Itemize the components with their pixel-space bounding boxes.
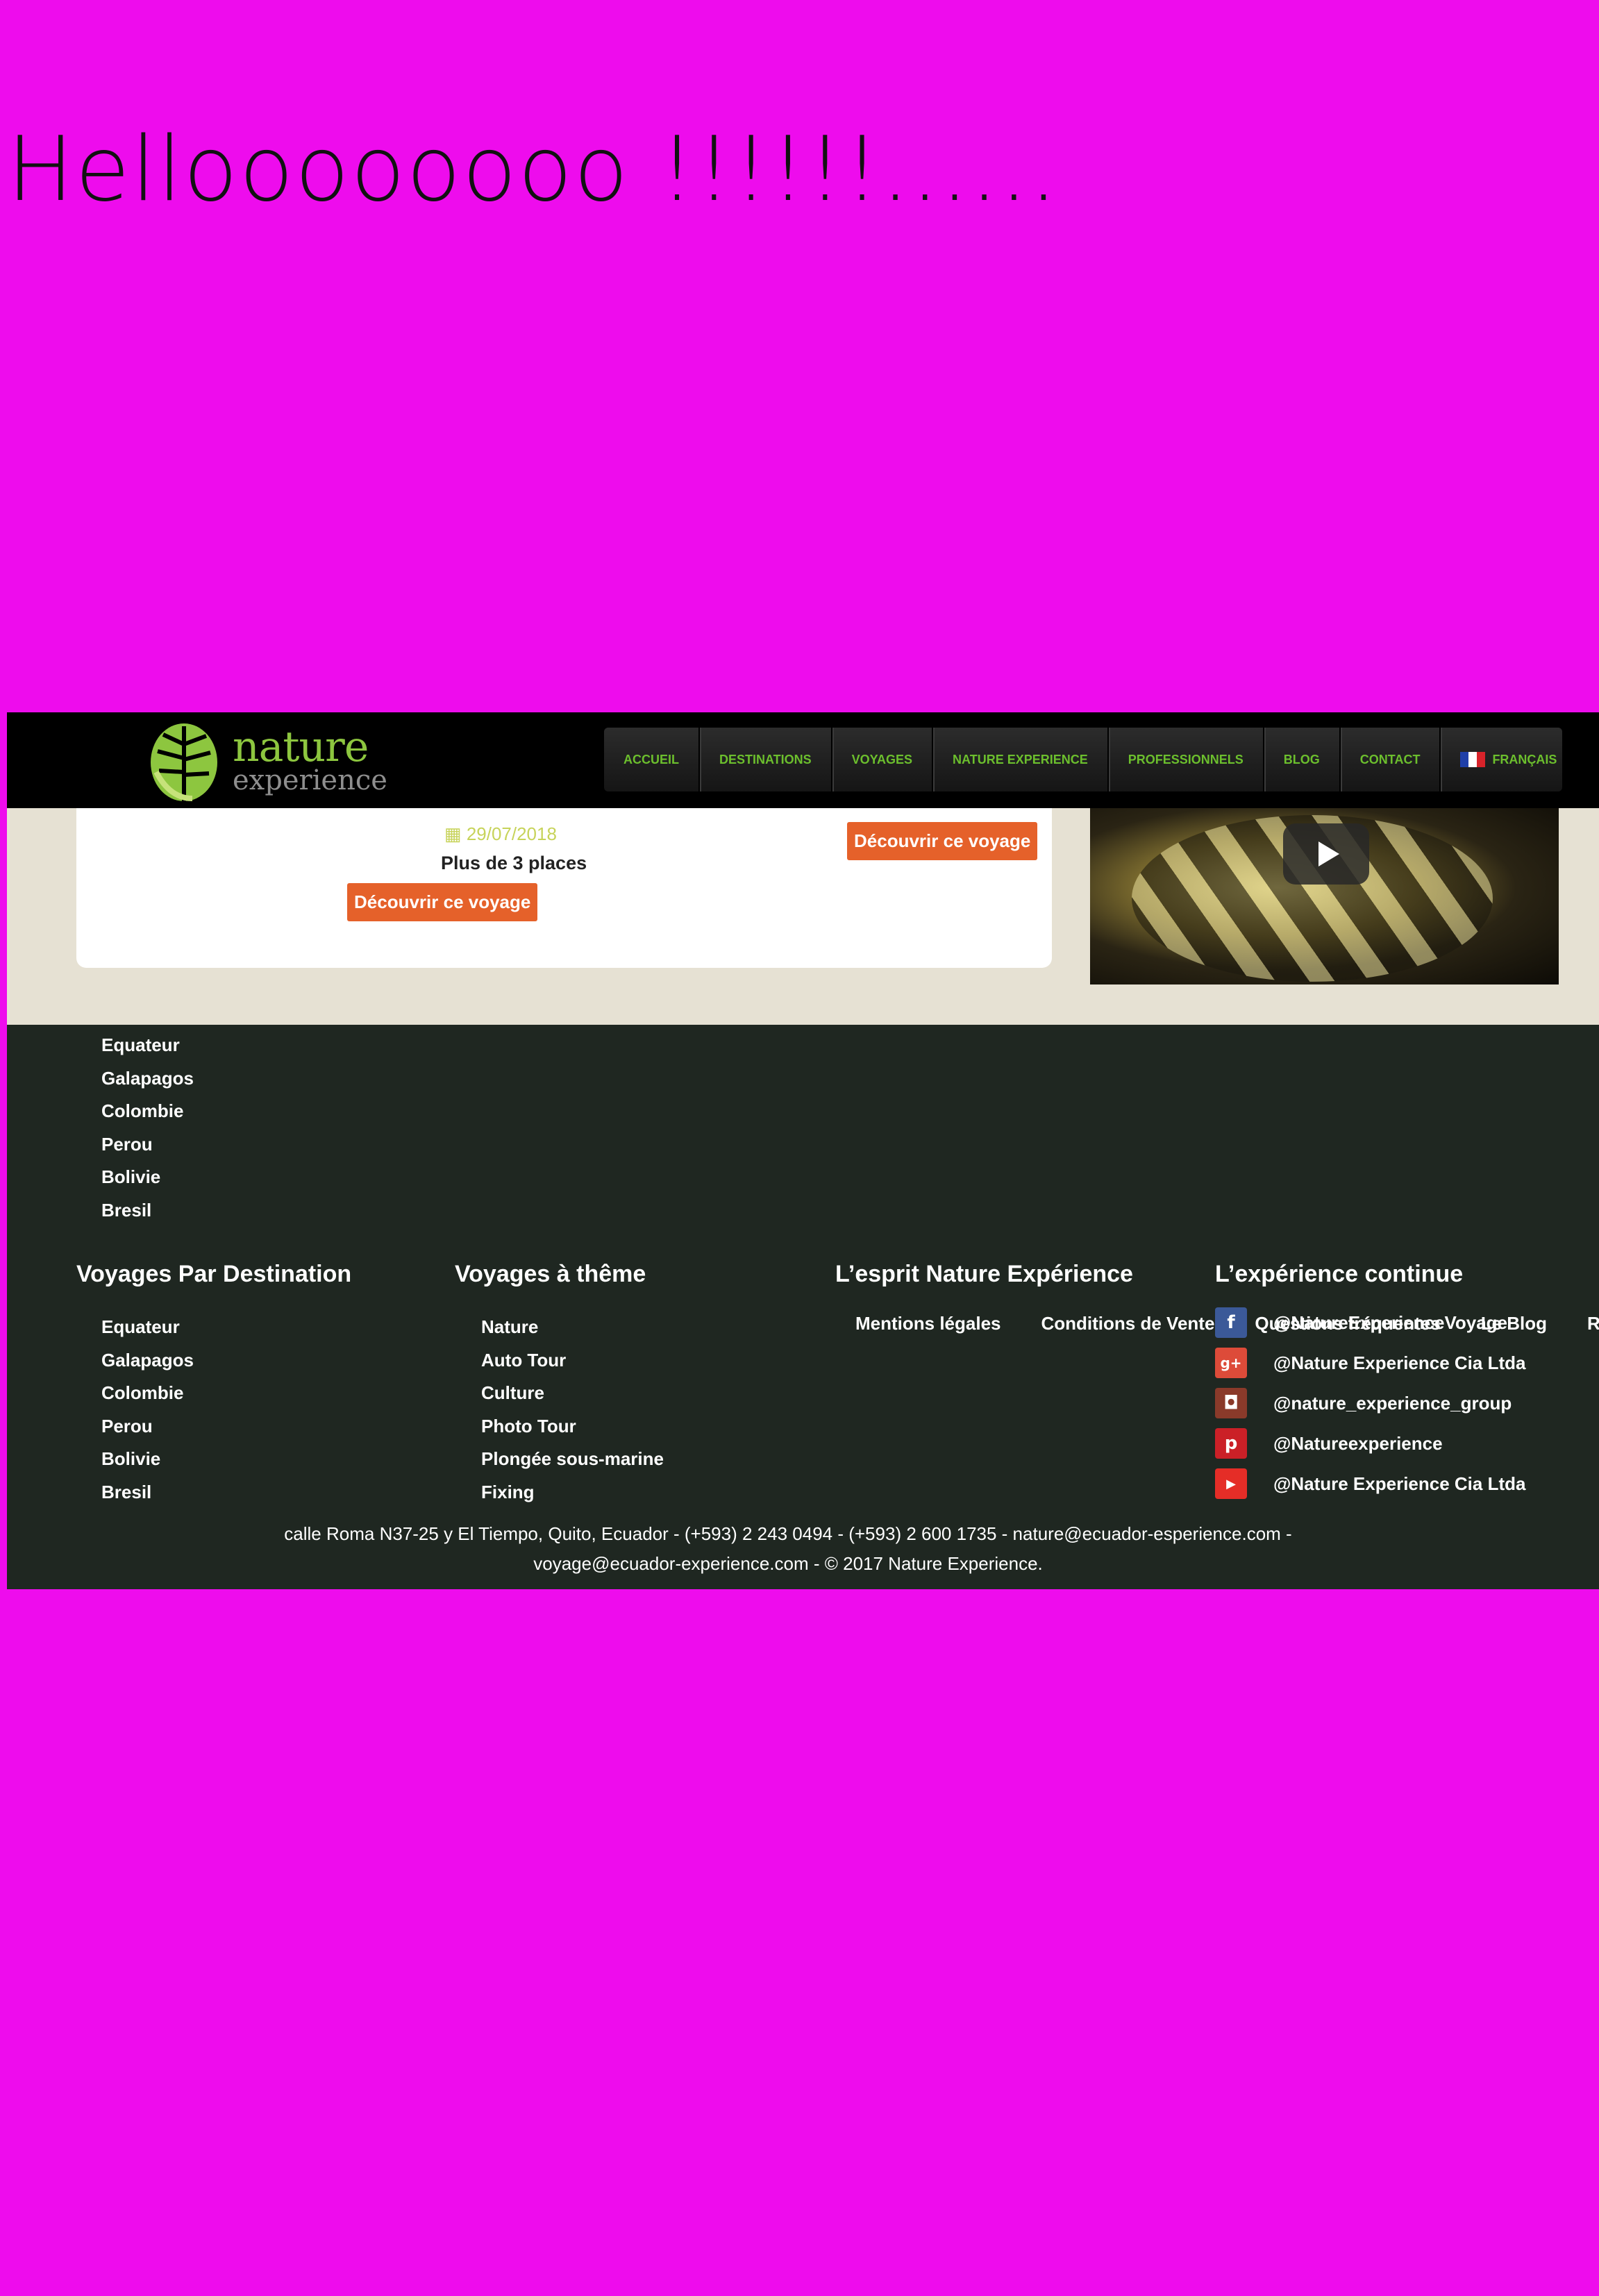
- destination-link[interactable]: Colombie: [101, 1095, 194, 1128]
- destination-link[interactable]: Bresil: [101, 1194, 194, 1227]
- nav-nature-experience[interactable]: NATURE EXPERIENCE: [933, 728, 1109, 791]
- footer-destination-link[interactable]: Perou: [101, 1410, 194, 1443]
- nav-voyages[interactable]: VOYAGES: [832, 728, 934, 791]
- footer-theme-link[interactable]: Culture: [481, 1377, 664, 1410]
- social-link-facebook[interactable]: f @NatureExperienceVoyage: [1215, 1302, 1525, 1343]
- social-link-google-plus[interactable]: g+ @Nature Experience Cia Ltda: [1215, 1343, 1525, 1383]
- nav-blog[interactable]: BLOG: [1264, 728, 1341, 791]
- leaf-logo-icon: [151, 723, 217, 801]
- logo-word-nature: nature: [233, 723, 369, 771]
- footer-destination-list: Equateur Galapagos Colombie Perou Bolivi…: [101, 1311, 194, 1509]
- address-line-2: voyage@ecuador-experience.com - © 2017 N…: [533, 1553, 1043, 1574]
- overlay-greeting-text: Helloooooooo !!!!!!......: [7, 118, 1060, 221]
- footer-heading-destinations: Voyages Par Destination: [76, 1261, 352, 1287]
- footer-address: calle Roma N37-25 y El Tiempo, Quito, Ec…: [215, 1519, 1361, 1579]
- trip-availability: Plus de 3 places: [441, 853, 587, 873]
- discover-trip-button[interactable]: Découvrir ce voyage: [347, 883, 538, 921]
- social-label: @Natureexperience: [1273, 1432, 1443, 1454]
- footer-destination-link[interactable]: Colombie: [101, 1377, 194, 1410]
- nav-accueil[interactable]: ACCUEIL: [604, 728, 700, 791]
- legal-link-conditions[interactable]: Conditions de Vente: [1041, 1313, 1215, 1334]
- social-label: @Nature Experience Cia Ltda: [1273, 1352, 1526, 1373]
- calendar-icon: ▦: [444, 823, 462, 844]
- discover-trip-button-2[interactable]: Découvrir ce voyage: [847, 822, 1038, 860]
- site-footer: Equateur Galapagos Colombie Perou Bolivi…: [7, 1025, 1599, 1589]
- footer-heading-themes: Voyages à thême: [455, 1261, 646, 1287]
- video-thumbnail[interactable]: [1090, 808, 1559, 984]
- social-link-youtube[interactable]: ▶ @Nature Experience Cia Ltda: [1215, 1464, 1525, 1504]
- footer-theme-link[interactable]: Nature: [481, 1311, 664, 1344]
- destination-link[interactable]: Equateur: [101, 1029, 194, 1062]
- destination-link[interactable]: Bolivie: [101, 1161, 194, 1194]
- trip-date: ▦ 29/07/2018: [444, 823, 557, 845]
- footer-theme-list: Nature Auto Tour Culture Photo Tour Plon…: [481, 1311, 664, 1509]
- social-links: f @NatureExperienceVoyage g+ @Nature Exp…: [1215, 1302, 1525, 1504]
- language-label: FRANÇAIS: [1492, 752, 1557, 766]
- trip-date-value: 29/07/2018: [466, 823, 557, 844]
- social-label: @NatureExperienceVoyage: [1273, 1312, 1508, 1333]
- footer-destination-link[interactable]: Bolivie: [101, 1443, 194, 1476]
- destination-link[interactable]: Galapagos: [101, 1062, 194, 1096]
- footer-destination-link[interactable]: Galapagos: [101, 1344, 194, 1377]
- language-selector[interactable]: FRANÇAIS: [1441, 728, 1576, 791]
- social-label: @nature_experience_group: [1273, 1392, 1512, 1414]
- footer-theme-link[interactable]: Auto Tour: [481, 1344, 664, 1377]
- footer-destination-link[interactable]: Equateur: [101, 1311, 194, 1344]
- play-icon: [1318, 841, 1339, 866]
- pinterest-icon: p: [1215, 1428, 1247, 1459]
- french-flag-icon: [1460, 752, 1486, 767]
- address-line-1: calle Roma N37-25 y El Tiempo, Quito, Ec…: [284, 1523, 1292, 1544]
- destination-list: Equateur Galapagos Colombie Perou Bolivi…: [101, 1029, 194, 1227]
- social-link-instagram[interactable]: ◘ @nature_experience_group: [1215, 1383, 1525, 1423]
- footer-destination-link[interactable]: Bresil: [101, 1476, 194, 1509]
- google-plus-icon: g+: [1215, 1348, 1247, 1378]
- nav-destinations[interactable]: DESTINATIONS: [700, 728, 832, 791]
- instagram-icon: ◘: [1215, 1388, 1247, 1418]
- footer-theme-link[interactable]: Fixing: [481, 1476, 664, 1509]
- destination-link[interactable]: Perou: [101, 1128, 194, 1162]
- site-header: nature experience ACCUEIL DESTINATIONS V…: [7, 712, 1599, 808]
- website-screenshot: nature experience ACCUEIL DESTINATIONS V…: [7, 712, 1599, 1589]
- logo-word-experience: experience: [233, 764, 387, 796]
- play-button[interactable]: [1283, 823, 1369, 885]
- site-logo[interactable]: nature experience: [142, 717, 387, 805]
- social-link-pinterest[interactable]: p @Natureexperience: [1215, 1423, 1525, 1464]
- legal-link-mentions[interactable]: Mentions légales: [855, 1313, 1001, 1334]
- nav-contact[interactable]: CONTACT: [1341, 728, 1441, 791]
- main-nav: ACCUEIL DESTINATIONS VOYAGES NATURE EXPE…: [604, 728, 1562, 791]
- trip-card: ▦ 29/07/2018 Plus de 3 places Découvrir …: [76, 808, 1052, 968]
- youtube-icon: ▶: [1215, 1468, 1247, 1499]
- footer-heading-social: L’expérience continue: [1215, 1261, 1464, 1287]
- nav-professionnels[interactable]: PROFESSIONNELS: [1109, 728, 1264, 791]
- social-label: @Nature Experience Cia Ltda: [1273, 1473, 1526, 1494]
- facebook-icon: f: [1215, 1307, 1247, 1338]
- footer-theme-link[interactable]: Plongée sous-marine: [481, 1443, 664, 1476]
- legal-link-truncated[interactable]: Re: [1587, 1313, 1599, 1334]
- footer-theme-link[interactable]: Photo Tour: [481, 1410, 664, 1443]
- footer-heading-esprit: L’esprit Nature Expérience: [835, 1261, 1133, 1287]
